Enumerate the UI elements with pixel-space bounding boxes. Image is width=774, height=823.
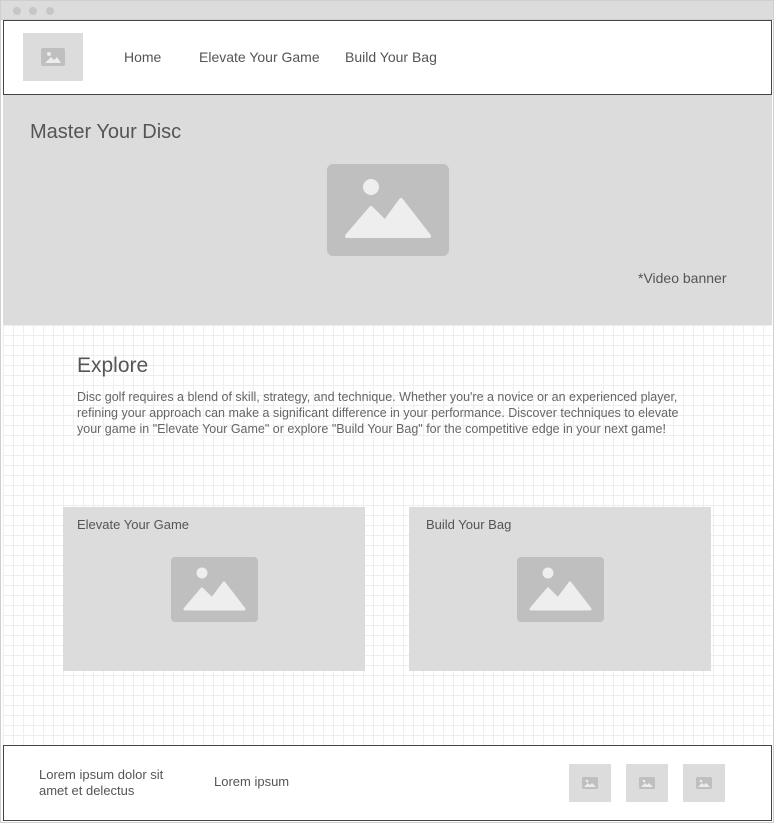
top-navigation: Home Elevate Your Game Build Your Bag [3,20,772,95]
window-titlebar [1,1,773,20]
hero-image-placeholder[interactable] [327,164,449,256]
card-elevate-your-game[interactable]: Elevate Your Game [63,507,365,671]
explore-section: Explore Disc golf requires a blend of sk… [3,325,772,745]
hero-title: Master Your Disc [30,121,182,143]
image-icon [41,48,65,66]
nav-link-elevate-your-game[interactable]: Elevate Your Game [199,49,320,65]
card-image-placeholder [517,557,604,622]
image-icon [183,567,246,611]
hero-video-banner: Master Your Disc *Video banner [3,95,772,325]
image-icon [345,179,431,238]
card-image-placeholder [171,557,258,622]
window-maximize-dot[interactable] [46,7,54,15]
browser-window: Home Elevate Your Game Build Your Bag Ma… [0,0,774,823]
image-icon [696,777,712,789]
footer-link[interactable]: Lorem ipsum [214,774,289,789]
footer-social-icon-2[interactable] [626,764,668,802]
explore-heading: Explore [77,354,149,377]
video-banner-note: *Video banner [638,270,727,286]
window-minimize-dot[interactable] [29,7,37,15]
footer-text: Lorem ipsum dolor sit amet et delectus [39,767,164,798]
logo[interactable] [23,33,83,81]
footer-social-icon-3[interactable] [683,764,725,802]
footer-social-icon-1[interactable] [569,764,611,802]
card-title: Build Your Bag [426,517,512,532]
nav-link-home[interactable]: Home [124,49,161,65]
footer: Lorem ipsum dolor sit amet et delectus L… [3,745,772,821]
card-build-your-bag[interactable]: Build Your Bag [409,507,711,671]
window-close-dot[interactable] [13,7,21,15]
explore-paragraph: Disc golf requires a blend of skill, str… [77,390,679,436]
image-icon [582,777,598,789]
image-icon [639,777,655,789]
card-title: Elevate Your Game [77,517,190,532]
image-icon [529,567,592,611]
nav-link-build-your-bag[interactable]: Build Your Bag [345,49,437,65]
